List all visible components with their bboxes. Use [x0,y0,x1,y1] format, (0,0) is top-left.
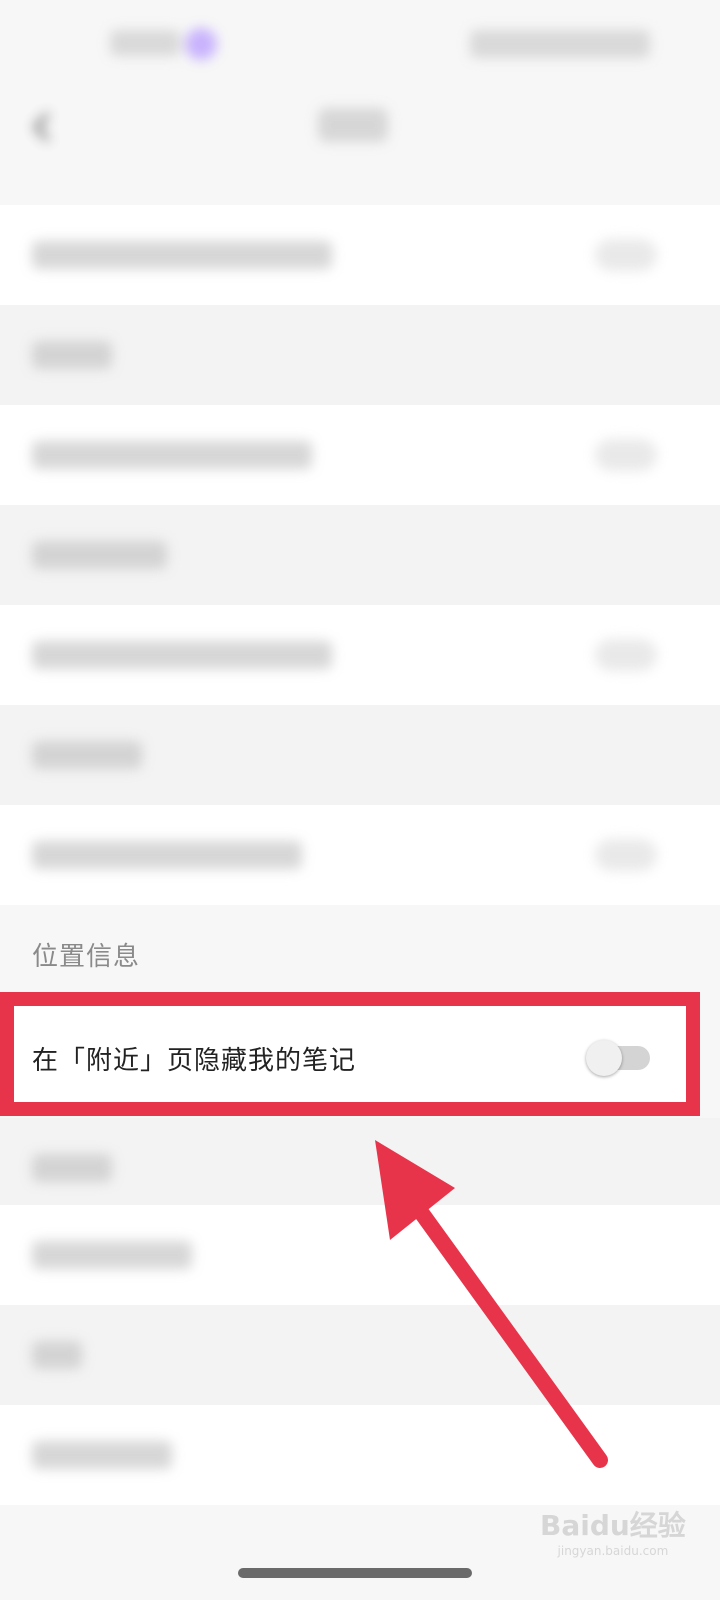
settings-row-label [32,441,312,469]
settings-row[interactable] [0,405,720,505]
home-indicator [238,1568,472,1578]
section-header-label [32,541,167,569]
settings-row[interactable] [0,805,720,905]
settings-row[interactable] [0,605,720,705]
setting-row-hide-nearby-notes[interactable]: 在「附近」页隐藏我的笔记 [0,992,700,1116]
toggle-knob [586,1040,622,1076]
section-header-location: 位置信息 [32,942,141,972]
settings-row-label [32,841,302,869]
toggle-switch[interactable] [595,639,657,671]
status-bar [0,0,720,90]
settings-row-label [32,1441,172,1469]
watermark-url: jingyan.baidu.com [557,1544,669,1558]
section-header-label [32,1341,82,1369]
section-header-label [32,341,112,369]
watermark-brand: Baidu经验 [540,1509,686,1542]
toggle-switch[interactable] [595,839,657,871]
baidu-watermark: Baidu经验 jingyan.baidu.com [540,1504,686,1558]
page-title [318,108,388,142]
setting-label: 在「附近」页隐藏我的笔记 [32,1046,357,1076]
status-time [110,30,180,56]
back-arrow-icon[interactable] [30,110,54,144]
settings-row[interactable] [0,205,720,305]
section-header-row [0,505,720,605]
section-header-label [32,1154,112,1182]
settings-row-label [32,241,332,269]
annotation-arrow-icon [375,1140,608,1468]
section-header-row [0,705,720,805]
toggle-switch[interactable] [595,239,657,271]
toggle-switch[interactable] [595,439,657,471]
section-header-row [0,305,720,405]
hide-nearby-notes-toggle[interactable] [586,1040,650,1076]
status-indicator-dot [185,28,217,60]
settings-row-label [32,1241,192,1269]
settings-row-label [32,641,332,669]
status-icons [470,30,650,58]
section-header-label [32,741,142,769]
